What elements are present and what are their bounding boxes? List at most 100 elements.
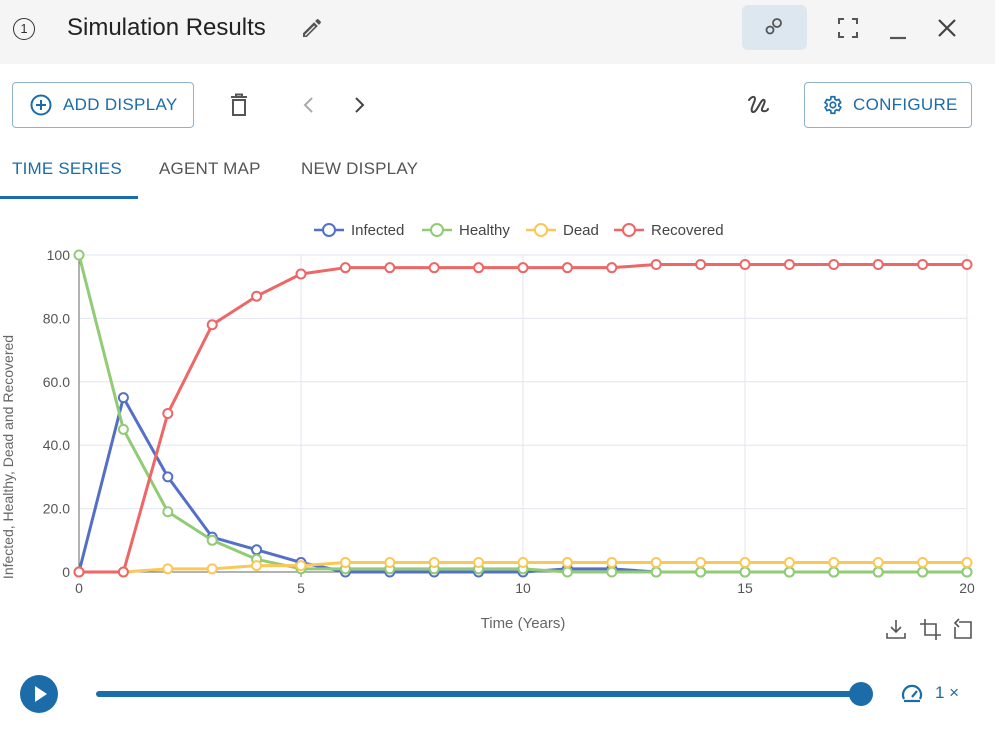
data-point-dead — [339, 556, 351, 568]
data-point-dead — [206, 563, 218, 575]
gear-icon — [823, 95, 842, 115]
x-tick-label: 10 — [515, 580, 531, 596]
tab-new-display[interactable]: NEW DISPLAY — [301, 146, 418, 200]
zoom-select-button[interactable] — [920, 619, 941, 640]
y-tick-label: 80.0 — [43, 310, 70, 326]
data-point-healthy — [917, 566, 929, 578]
fullscreen-button[interactable] — [834, 14, 862, 42]
data-point-recovered — [606, 262, 618, 274]
download-chart-button[interactable] — [886, 620, 906, 639]
chart-canvas: 0 20.0 40.0 60.0 80.0 100 0 5 10 15 20 Infected Hea… — [0, 222, 975, 640]
playback-speed[interactable]: 1 × — [935, 683, 959, 703]
data-point-dead — [917, 556, 929, 568]
link-toggle-button[interactable] — [742, 5, 807, 50]
data-point-dead — [517, 556, 529, 568]
data-point-dead — [295, 560, 307, 572]
data-point-recovered — [917, 259, 929, 271]
reset-icon — [953, 618, 972, 639]
chevron-right-icon — [355, 97, 365, 113]
tab-time-series[interactable]: TIME SERIES — [12, 146, 122, 200]
legend-item-infected[interactable]: Infected — [314, 222, 404, 239]
data-point-healthy — [117, 423, 129, 435]
data-point-infected — [117, 392, 129, 404]
data-point-recovered — [473, 262, 485, 274]
x-tick-label: 0 — [75, 580, 83, 596]
data-point-healthy — [828, 566, 840, 578]
data-point-healthy — [606, 566, 618, 578]
time-slider-track[interactable] — [96, 691, 862, 697]
delete-display-button[interactable] — [227, 92, 251, 123]
minimize-button[interactable] — [884, 14, 912, 42]
y-tick-label: 0 — [62, 564, 70, 580]
fullscreen-icon — [838, 18, 858, 38]
next-display-button[interactable] — [348, 94, 370, 121]
data-point-dead — [872, 556, 884, 568]
previous-display-button[interactable] — [298, 94, 320, 121]
configure-label: CONFIGURE — [853, 95, 958, 114]
legend-label: Healthy — [459, 222, 510, 239]
data-point-recovered — [295, 268, 307, 280]
data-point-healthy — [783, 566, 795, 578]
window-titlebar: 1 Simulation Results — [0, 0, 995, 64]
data-point-dead — [162, 563, 174, 575]
curve-style-button[interactable] — [745, 92, 773, 125]
chevron-left-icon — [303, 97, 313, 113]
legend-item-healthy[interactable]: Healthy — [422, 222, 510, 239]
configure-button[interactable]: CONFIGURE — [804, 82, 972, 128]
data-point-healthy — [561, 566, 573, 578]
legend-label: Dead — [563, 222, 599, 239]
step-number-badge: 1 — [13, 18, 35, 40]
data-point-recovered — [783, 259, 795, 271]
data-point-dead — [695, 556, 707, 568]
minimize-icon — [890, 36, 906, 40]
add-display-button[interactable]: ADD DISPLAY — [12, 82, 194, 128]
data-point-dead — [384, 556, 396, 568]
reset-zoom-button[interactable] — [953, 618, 972, 639]
close-icon — [938, 19, 956, 37]
close-button[interactable] — [933, 14, 961, 42]
data-point-recovered — [428, 262, 440, 274]
x-tick-label: 15 — [737, 580, 753, 596]
data-point-recovered — [73, 566, 85, 578]
data-point-recovered — [739, 259, 751, 271]
legend-item-recovered[interactable]: Recovered — [614, 222, 724, 239]
x-tick-label: 20 — [959, 580, 975, 596]
y-tick-label: 100 — [47, 247, 71, 263]
data-point-healthy — [162, 506, 174, 518]
data-point-recovered — [339, 262, 351, 274]
data-point-healthy — [739, 566, 751, 578]
data-point-recovered — [384, 262, 396, 274]
window-title: Simulation Results — [67, 14, 266, 41]
data-point-dead — [606, 556, 618, 568]
data-point-recovered — [695, 259, 707, 271]
data-point-infected — [162, 471, 174, 483]
data-point-dead — [961, 556, 973, 568]
x-axis-title: Time (Years) — [481, 615, 566, 632]
data-point-recovered — [828, 259, 840, 271]
data-point-dead — [783, 556, 795, 568]
pencil-icon[interactable] — [300, 16, 324, 40]
play-button[interactable] — [20, 675, 58, 713]
tab-agent-map[interactable]: AGENT MAP — [159, 146, 261, 200]
data-point-recovered — [517, 262, 529, 274]
time-slider-thumb[interactable] — [849, 682, 873, 706]
download-icon — [886, 620, 906, 639]
data-point-recovered — [650, 259, 662, 271]
y-axis-title: Infected, Healthy, Dead and Recovered — [0, 335, 16, 579]
active-tab-indicator — [0, 196, 138, 199]
data-point-recovered — [117, 566, 129, 578]
data-point-healthy — [961, 566, 973, 578]
speedometer-icon[interactable] — [900, 682, 924, 711]
zoom-select-icon — [920, 619, 941, 640]
display-tabs: TIME SERIES AGENT MAP NEW DISPLAY — [0, 146, 995, 200]
circles-link-icon — [765, 18, 782, 35]
time-series-chart: 0 20.0 40.0 60.0 80.0 100 0 5 10 15 20 Infected Hea… — [0, 205, 995, 645]
data-point-dead — [251, 560, 263, 572]
display-toolbar: ADD DISPLAY CONFIGURE — [0, 64, 995, 144]
legend-item-dead[interactable]: Dead — [526, 222, 599, 239]
data-point-dead — [428, 556, 440, 568]
add-display-label: ADD DISPLAY — [63, 95, 178, 114]
data-point-dead — [828, 556, 840, 568]
data-point-recovered — [961, 259, 973, 271]
data-point-recovered — [251, 290, 263, 302]
